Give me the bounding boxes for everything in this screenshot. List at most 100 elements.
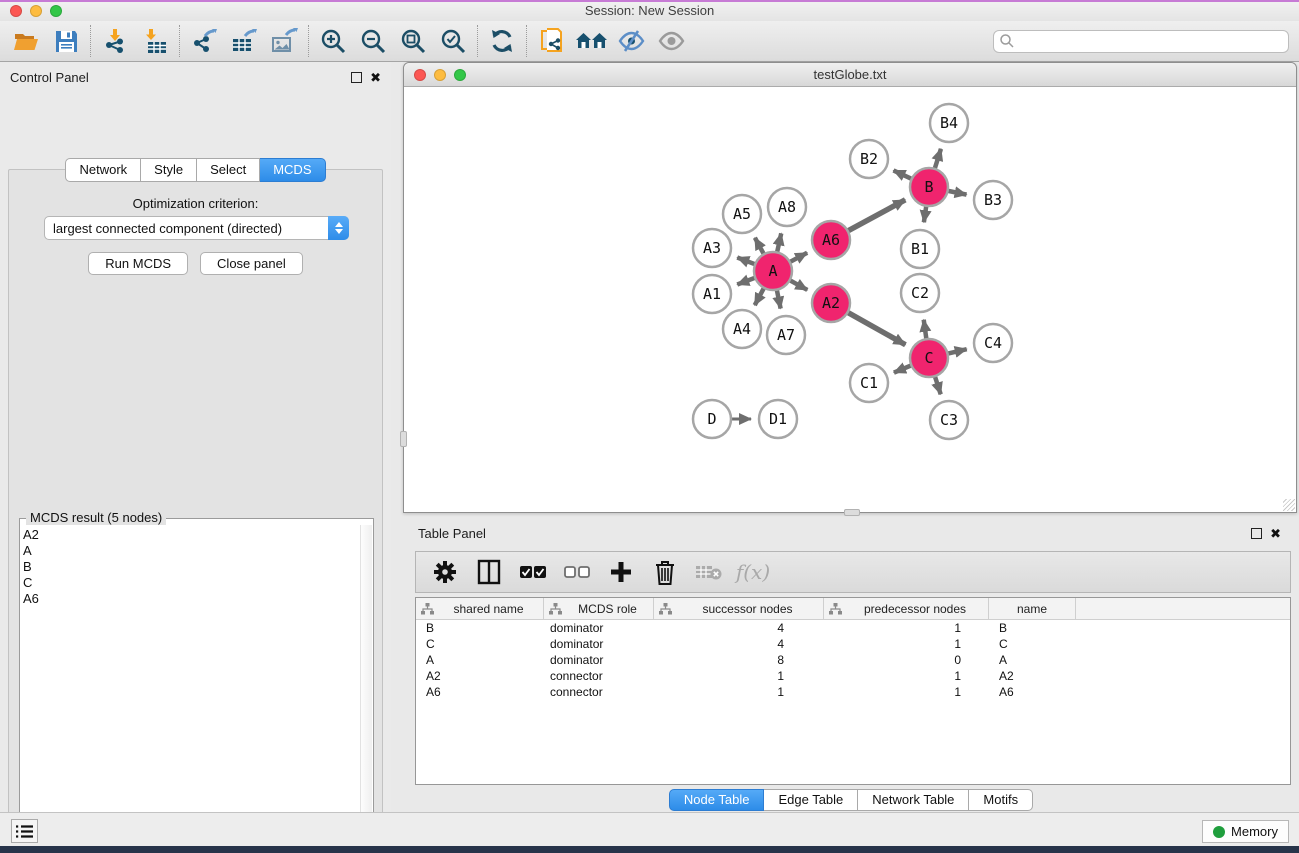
graph-node-B4[interactable]: B4 <box>930 104 968 142</box>
function-builder-icon[interactable]: f(x) <box>734 555 772 589</box>
resize-grip[interactable] <box>1283 499 1295 511</box>
graph-node-C[interactable]: C <box>910 339 948 377</box>
graph-node-A5[interactable]: A5 <box>723 195 761 233</box>
duplicate-network-icon[interactable] <box>531 24 571 58</box>
close-panel-button[interactable]: Close panel <box>200 252 303 275</box>
graph-node-D[interactable]: D <box>693 400 731 438</box>
network-canvas[interactable]: B4 B2 B B3 A8A5 A6 A3 B1 A C2 A1 A2 A4A7 C4 C C1 C3 D D1 <box>405 88 1296 512</box>
delete-table-icon[interactable] <box>690 555 728 589</box>
tab-motifs[interactable]: Motifs <box>969 789 1033 811</box>
graph-node-C3[interactable]: C3 <box>930 401 968 439</box>
memory-button[interactable]: Memory <box>1202 820 1289 843</box>
graph-node-C2[interactable]: C2 <box>901 274 939 312</box>
import-table-icon[interactable] <box>135 24 175 58</box>
result-item[interactable]: A <box>23 543 359 559</box>
columns-icon[interactable] <box>470 555 508 589</box>
graph-node-B3[interactable]: B3 <box>974 181 1012 219</box>
graph-node-A[interactable]: A <box>754 252 792 290</box>
table-row[interactable]: B dominator 4 1 B <box>416 620 1290 636</box>
graph-node-C1[interactable]: C1 <box>850 364 888 402</box>
search-input[interactable] <box>1015 31 1288 52</box>
tab-style[interactable]: Style <box>141 158 197 182</box>
column-header-successor-nodes[interactable]: successor nodes <box>654 598 824 619</box>
graph-node-A1[interactable]: A1 <box>693 275 731 313</box>
column-header-mcds-role[interactable]: MCDS role <box>544 598 654 619</box>
open-session-icon[interactable] <box>6 24 46 58</box>
tab-edge-table[interactable]: Edge Table <box>764 789 858 811</box>
mcds-result-title: MCDS result (5 nodes) <box>26 510 166 525</box>
search-field[interactable] <box>993 30 1289 53</box>
criterion-select[interactable]: largest connected component (directed) <box>44 216 349 240</box>
column-header-name[interactable]: name <box>989 598 1076 619</box>
result-item[interactable]: A6 <box>23 591 359 607</box>
float-panel-icon[interactable] <box>351 72 362 83</box>
column-header-predecessor-nodes[interactable]: predecessor nodes <box>824 598 989 619</box>
graph-node-B2[interactable]: B2 <box>850 140 888 178</box>
graph-node-B[interactable]: B <box>910 168 948 206</box>
result-item[interactable]: C <box>23 575 359 591</box>
tab-mcds[interactable]: MCDS <box>260 158 325 182</box>
network-window-titlebar[interactable]: testGlobe.txt <box>404 63 1296 87</box>
minimize-network-icon[interactable] <box>434 69 446 81</box>
zoom-selected-icon[interactable] <box>433 24 473 58</box>
table-row[interactable]: C dominator 4 1 C <box>416 636 1290 652</box>
export-table-icon[interactable] <box>224 24 264 58</box>
tab-network-table[interactable]: Network Table <box>858 789 969 811</box>
graph-node-D1[interactable]: D1 <box>759 400 797 438</box>
tab-select[interactable]: Select <box>197 158 260 182</box>
table-row[interactable]: A dominator 8 0 A <box>416 652 1290 668</box>
graph-node-A8[interactable]: A8 <box>768 188 806 226</box>
graph-node-A2[interactable]: A2 <box>812 284 850 322</box>
close-network-icon[interactable] <box>414 69 426 81</box>
task-history-icon[interactable] <box>11 819 38 843</box>
home-networks-icon[interactable] <box>571 24 611 58</box>
zoom-fit-icon[interactable] <box>393 24 433 58</box>
column-header-shared-name[interactable]: shared name <box>416 598 544 619</box>
close-table-panel-icon[interactable]: ✖ <box>1270 528 1281 539</box>
graph-node-A7[interactable]: A7 <box>767 316 805 354</box>
mcds-result-list[interactable]: A2 A B C A6 <box>23 527 359 849</box>
svg-text:A3: A3 <box>703 239 721 257</box>
network-graph[interactable]: B4 B2 B B3 A8A5 A6 A3 B1 A C2 A1 A2 A4A7 C4 C C1 C3 D D1 <box>405 88 1296 512</box>
gear-icon[interactable] <box>426 555 464 589</box>
result-item[interactable]: B <box>23 559 359 575</box>
run-mcds-button[interactable]: Run MCDS <box>88 252 188 275</box>
graph-node-A4[interactable]: A4 <box>723 310 761 348</box>
delete-column-icon[interactable] <box>646 555 684 589</box>
svg-text:B4: B4 <box>940 114 958 132</box>
minimize-window-icon[interactable] <box>30 5 42 17</box>
export-image-icon[interactable] <box>264 24 304 58</box>
svg-text:C: C <box>924 349 933 367</box>
close-panel-icon[interactable]: ✖ <box>370 72 381 83</box>
zoom-window-icon[interactable] <box>50 5 62 17</box>
table-row[interactable]: A6 connector 1 1 A6 <box>416 684 1290 700</box>
deselect-all-icon[interactable] <box>558 555 596 589</box>
add-column-icon[interactable] <box>602 555 640 589</box>
zoom-out-icon[interactable] <box>353 24 393 58</box>
save-session-icon[interactable] <box>46 24 86 58</box>
tab-network[interactable]: Network <box>65 158 141 182</box>
table-header-row: shared name MCDS role successor nodes pr… <box>416 598 1290 620</box>
splitter-handle-bottom[interactable] <box>844 509 860 516</box>
hide-details-icon[interactable] <box>611 24 651 58</box>
graph-node-A3[interactable]: A3 <box>693 229 731 267</box>
result-item[interactable]: A2 <box>23 527 359 543</box>
criterion-value: largest connected component (directed) <box>45 221 328 236</box>
show-details-icon[interactable] <box>651 24 691 58</box>
import-network-icon[interactable] <box>95 24 135 58</box>
zoom-network-icon[interactable] <box>454 69 466 81</box>
refresh-layout-icon[interactable] <box>482 24 522 58</box>
graph-node-A6[interactable]: A6 <box>812 221 850 259</box>
zoom-in-icon[interactable] <box>313 24 353 58</box>
table-row[interactable]: A2 connector 1 1 A2 <box>416 668 1290 684</box>
export-network-icon[interactable] <box>184 24 224 58</box>
close-window-icon[interactable] <box>10 5 22 17</box>
float-table-panel-icon[interactable] <box>1251 528 1262 539</box>
svg-text:C2: C2 <box>911 284 929 302</box>
graph-node-C4[interactable]: C4 <box>974 324 1012 362</box>
splitter-handle-left[interactable] <box>400 431 407 447</box>
select-all-icon[interactable] <box>514 555 552 589</box>
tab-node-table[interactable]: Node Table <box>669 789 765 811</box>
result-scrollbar[interactable] <box>360 525 372 850</box>
graph-node-B1[interactable]: B1 <box>901 230 939 268</box>
